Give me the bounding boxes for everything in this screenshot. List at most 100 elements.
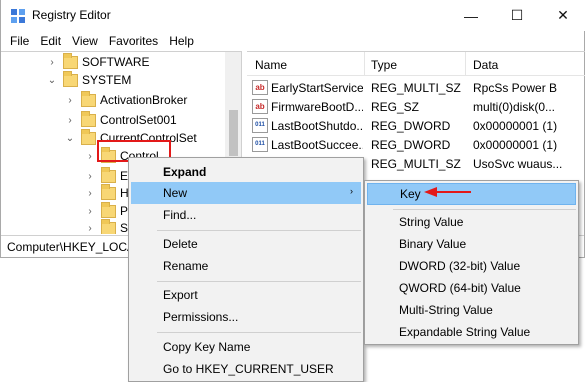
tree-item-activationbroker[interactable]: › ActivationBroker	[65, 90, 187, 110]
value-name: LastBootSuccee...	[271, 138, 363, 152]
chevron-right-icon[interactable]: ›	[47, 57, 57, 68]
list-row[interactable]: 011 LastBootShutdo... REG_DWORD 0x000000…	[247, 116, 585, 136]
new-submenu: Key String Value Binary Value DWORD (32-…	[364, 180, 579, 345]
chevron-right-icon[interactable]: ›	[85, 171, 95, 182]
menu-separator	[393, 209, 576, 210]
tree-item-label: P	[120, 204, 129, 218]
submenu-item-string-value[interactable]: String Value	[367, 211, 576, 233]
chevron-right-icon[interactable]: ›	[85, 188, 95, 199]
binary-value-icon: 011	[252, 118, 268, 133]
folder-icon	[81, 128, 96, 145]
value-data: RpcSs Power B	[473, 81, 558, 95]
value-name: EarlyStartServices	[271, 81, 363, 95]
tree-item-label: SYSTEM	[82, 73, 132, 87]
tree-scrollbar-thumb[interactable]	[229, 110, 238, 156]
folder-icon	[81, 110, 96, 127]
menu-edit[interactable]: Edit	[35, 34, 66, 48]
minimize-icon: —	[464, 7, 478, 24]
menu-item-export[interactable]: Export	[131, 284, 361, 306]
title-bar: Registry Editor — ☐ ✕	[1, 0, 585, 31]
string-value-icon: ab	[252, 99, 268, 114]
menu-item-delete[interactable]: Delete	[131, 233, 361, 255]
chevron-right-icon[interactable]: ›	[85, 151, 95, 162]
value-name: FirmwareBootD...	[271, 100, 363, 114]
chevron-right-icon[interactable]: ›	[65, 95, 75, 106]
menu-item-new-label: New	[163, 186, 188, 200]
value-name: LastBootShutdo...	[271, 119, 363, 133]
submenu-item-dword-value[interactable]: DWORD (32-bit) Value	[367, 255, 576, 277]
folder-icon	[101, 166, 116, 183]
string-value-icon: ab	[252, 80, 268, 95]
submenu-item-qword-value[interactable]: QWORD (64-bit) Value	[367, 277, 576, 299]
folder-icon	[101, 218, 116, 234]
menu-separator	[157, 230, 361, 231]
folder-icon	[101, 183, 116, 200]
folder-icon	[101, 201, 116, 218]
value-data: UsoSvc wuaus...	[473, 157, 563, 171]
menu-item-find[interactable]: Find...	[131, 204, 361, 226]
menu-bar: File Edit View Favorites Help	[1, 31, 585, 51]
context-menu: Expand New › Find... Delete Rename Expor…	[128, 157, 364, 382]
list-row[interactable]: ab EarlyStartServices REG_MULTI_SZ RpcSs…	[247, 78, 585, 98]
registry-editor-app-icon	[11, 9, 25, 23]
column-divider[interactable]	[364, 52, 365, 76]
menu-help[interactable]: Help	[164, 34, 199, 48]
column-header-type[interactable]: Type	[371, 58, 397, 72]
submenu-item-binary-value[interactable]: Binary Value	[367, 233, 576, 255]
folder-icon	[63, 70, 78, 87]
menu-separator	[157, 281, 361, 282]
submenu-item-expandable-string-value[interactable]: Expandable String Value	[367, 321, 576, 343]
folder-icon	[63, 52, 78, 69]
tree-item-controlset001[interactable]: › ControlSet001	[65, 110, 177, 130]
list-row[interactable]: 011 LastBootSuccee... REG_DWORD 0x000000…	[247, 135, 585, 155]
minimize-button[interactable]: —	[448, 0, 494, 31]
tree-item-label: SOFTWARE	[82, 55, 150, 69]
value-type: REG_MULTI_SZ	[371, 157, 461, 171]
menu-item-new[interactable]: New ›	[131, 182, 361, 204]
tree-item-label: ControlSet001	[100, 113, 177, 127]
red-arrow-annotation-icon	[424, 187, 471, 197]
tree-item-label: ActivationBroker	[100, 93, 188, 107]
chevron-right-icon[interactable]: ›	[65, 115, 75, 126]
tree-item-h[interactable]: › H	[85, 183, 129, 203]
menu-item-rename[interactable]: Rename	[131, 255, 361, 277]
tree-item-label: S	[120, 221, 129, 234]
window-title: Registry Editor	[32, 8, 111, 22]
value-data: multi(0)disk(0...	[473, 100, 556, 114]
menu-file[interactable]: File	[5, 34, 34, 48]
value-type: REG_SZ	[371, 100, 420, 114]
menu-item-copy-key-name[interactable]: Copy Key Name	[131, 336, 361, 358]
chevron-right-icon[interactable]: ›	[85, 223, 95, 234]
menu-view[interactable]: View	[67, 34, 103, 48]
column-divider[interactable]	[465, 52, 466, 76]
maximize-icon: ☐	[510, 7, 524, 23]
key-path: Computer\HKEY_LOCA	[7, 240, 136, 254]
value-type: REG_MULTI_SZ	[371, 81, 461, 95]
column-header-data[interactable]: Data	[473, 58, 498, 72]
binary-value-icon: 011	[252, 137, 268, 152]
list-row[interactable]: ab FirmwareBootD... REG_SZ multi(0)disk(…	[247, 97, 585, 117]
chevron-down-icon[interactable]: ⌄	[47, 75, 57, 86]
value-type: REG_DWORD	[371, 119, 451, 133]
menu-item-permissions[interactable]: Permissions...	[131, 306, 361, 328]
value-type: REG_DWORD	[371, 138, 451, 152]
submenu-arrow-icon: ›	[350, 186, 353, 196]
chevron-right-icon[interactable]: ›	[85, 206, 95, 217]
menu-item-expand[interactable]: Expand	[131, 161, 361, 183]
close-button[interactable]: ✕	[540, 0, 585, 31]
chevron-down-icon[interactable]: ⌄	[65, 133, 75, 144]
menu-item-goto-hkcu[interactable]: Go to HKEY_CURRENT_USER	[131, 358, 361, 380]
folder-icon	[81, 90, 96, 107]
close-icon: ✕	[557, 7, 569, 23]
tree-item-system[interactable]: ⌄ SYSTEM	[47, 70, 131, 90]
value-data: 0x00000001 (1)	[473, 138, 558, 152]
menu-favorites[interactable]: Favorites	[104, 34, 163, 48]
value-data: 0x00000001 (1)	[473, 119, 558, 133]
tree-item-label: E	[120, 169, 129, 183]
menu-separator	[157, 332, 361, 333]
tree-item-s[interactable]: › S	[85, 218, 128, 234]
maximize-button[interactable]: ☐	[494, 0, 540, 31]
tree-item-software[interactable]: › SOFTWARE	[47, 52, 150, 72]
submenu-item-multi-string-value[interactable]: Multi-String Value	[367, 299, 576, 321]
column-header-name[interactable]: Name	[255, 58, 287, 72]
